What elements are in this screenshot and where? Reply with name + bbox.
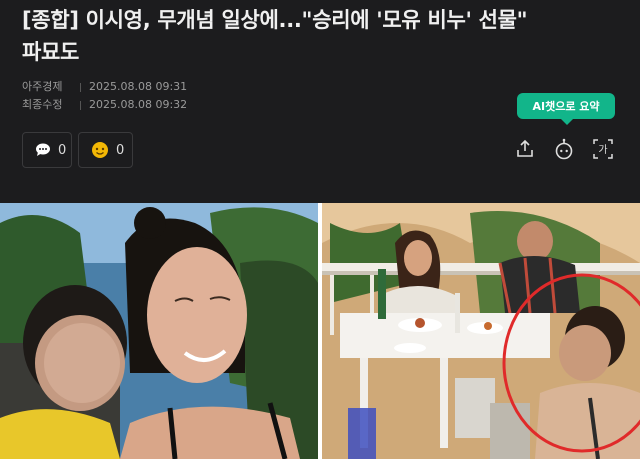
headline-line-1: [종합] 이시영, 무개념 일상에..."승리에 '모유 비누' 선물"	[22, 8, 528, 32]
comment-icon	[36, 143, 50, 156]
meta-divider	[80, 82, 81, 92]
published-time: 2025.08.08 09:31	[89, 80, 188, 93]
source-name[interactable]: 아주경제	[22, 78, 74, 94]
article-photo	[0, 203, 640, 459]
blurred-face	[559, 325, 611, 381]
ai-chat-icon	[555, 138, 573, 160]
font-size-icon: 가	[593, 139, 613, 159]
meta-divider	[80, 100, 81, 110]
reaction-emoji-icon	[92, 142, 108, 158]
comment-count: 0	[58, 142, 67, 158]
article-image	[0, 203, 640, 459]
like-button[interactable]: 0	[78, 132, 133, 168]
ai-summary-label: 챗으로 요약	[545, 100, 600, 113]
modified-time: 2025.08.08 09:32	[89, 98, 188, 111]
ai-chat-button[interactable]	[551, 136, 577, 162]
ai-summary-button[interactable]: AI 챗으로 요약	[517, 93, 615, 125]
article-headline: [종합] 이시영, 무개념 일상에..."승리에 '모유 비누' 선물" 파묘도	[22, 4, 622, 68]
meta-published: 아주경제 2025.08.08 09:31	[22, 78, 187, 94]
font-size-button[interactable]: 가	[590, 136, 616, 162]
share-icon	[517, 139, 533, 157]
modified-label: 최종수정	[22, 98, 63, 111]
like-count: 0	[116, 142, 125, 158]
headline-line-2: 파묘도	[22, 40, 80, 64]
share-button[interactable]	[512, 136, 538, 162]
hair-bun	[134, 207, 166, 239]
meta-modified: 최종수정 2025.08.08 09:32	[22, 96, 187, 112]
ai-summary-prefix: AI	[532, 99, 546, 113]
comment-button[interactable]: 0	[22, 132, 72, 168]
blurred-face	[517, 221, 553, 261]
woman-face	[147, 247, 247, 383]
font-size-glyph: 가	[598, 144, 607, 156]
